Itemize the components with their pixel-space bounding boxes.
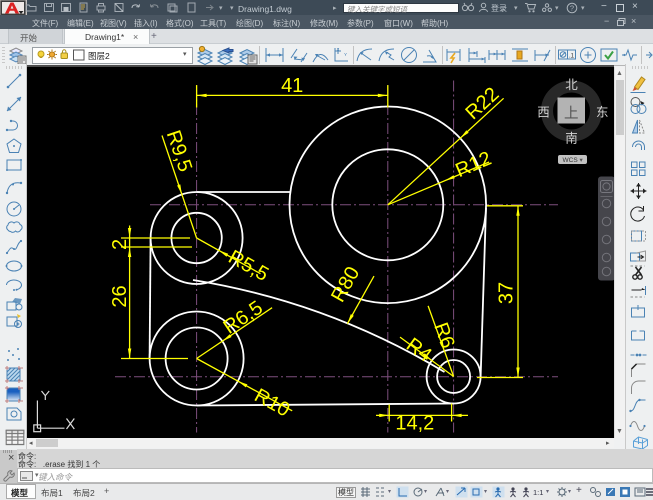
svg-text:上: 上 [564, 105, 579, 122]
svg-text:41: 41 [281, 75, 303, 97]
svg-text:37: 37 [496, 281, 518, 303]
svg-text:东: 东 [596, 105, 609, 119]
svg-text:北: 北 [565, 78, 578, 92]
svg-text:西: 西 [537, 105, 550, 119]
svg-text:R6,5: R6,5 [220, 296, 267, 338]
svg-text:WCS ▾: WCS ▾ [563, 157, 584, 164]
svg-text:.1: .1 [569, 54, 575, 60]
svg-text:南: 南 [565, 130, 578, 145]
svg-text:Y: Y [344, 52, 347, 57]
svg-text:R12: R12 [452, 147, 494, 182]
svg-text:2: 2 [109, 238, 131, 249]
svg-text:R5,5: R5,5 [225, 246, 273, 286]
svg-text:R22: R22 [461, 83, 503, 124]
svg-text:?: ? [570, 4, 574, 13]
svg-text:R10: R10 [251, 384, 294, 421]
svg-text:26: 26 [109, 285, 131, 307]
svg-text:14,2: 14,2 [395, 412, 434, 434]
